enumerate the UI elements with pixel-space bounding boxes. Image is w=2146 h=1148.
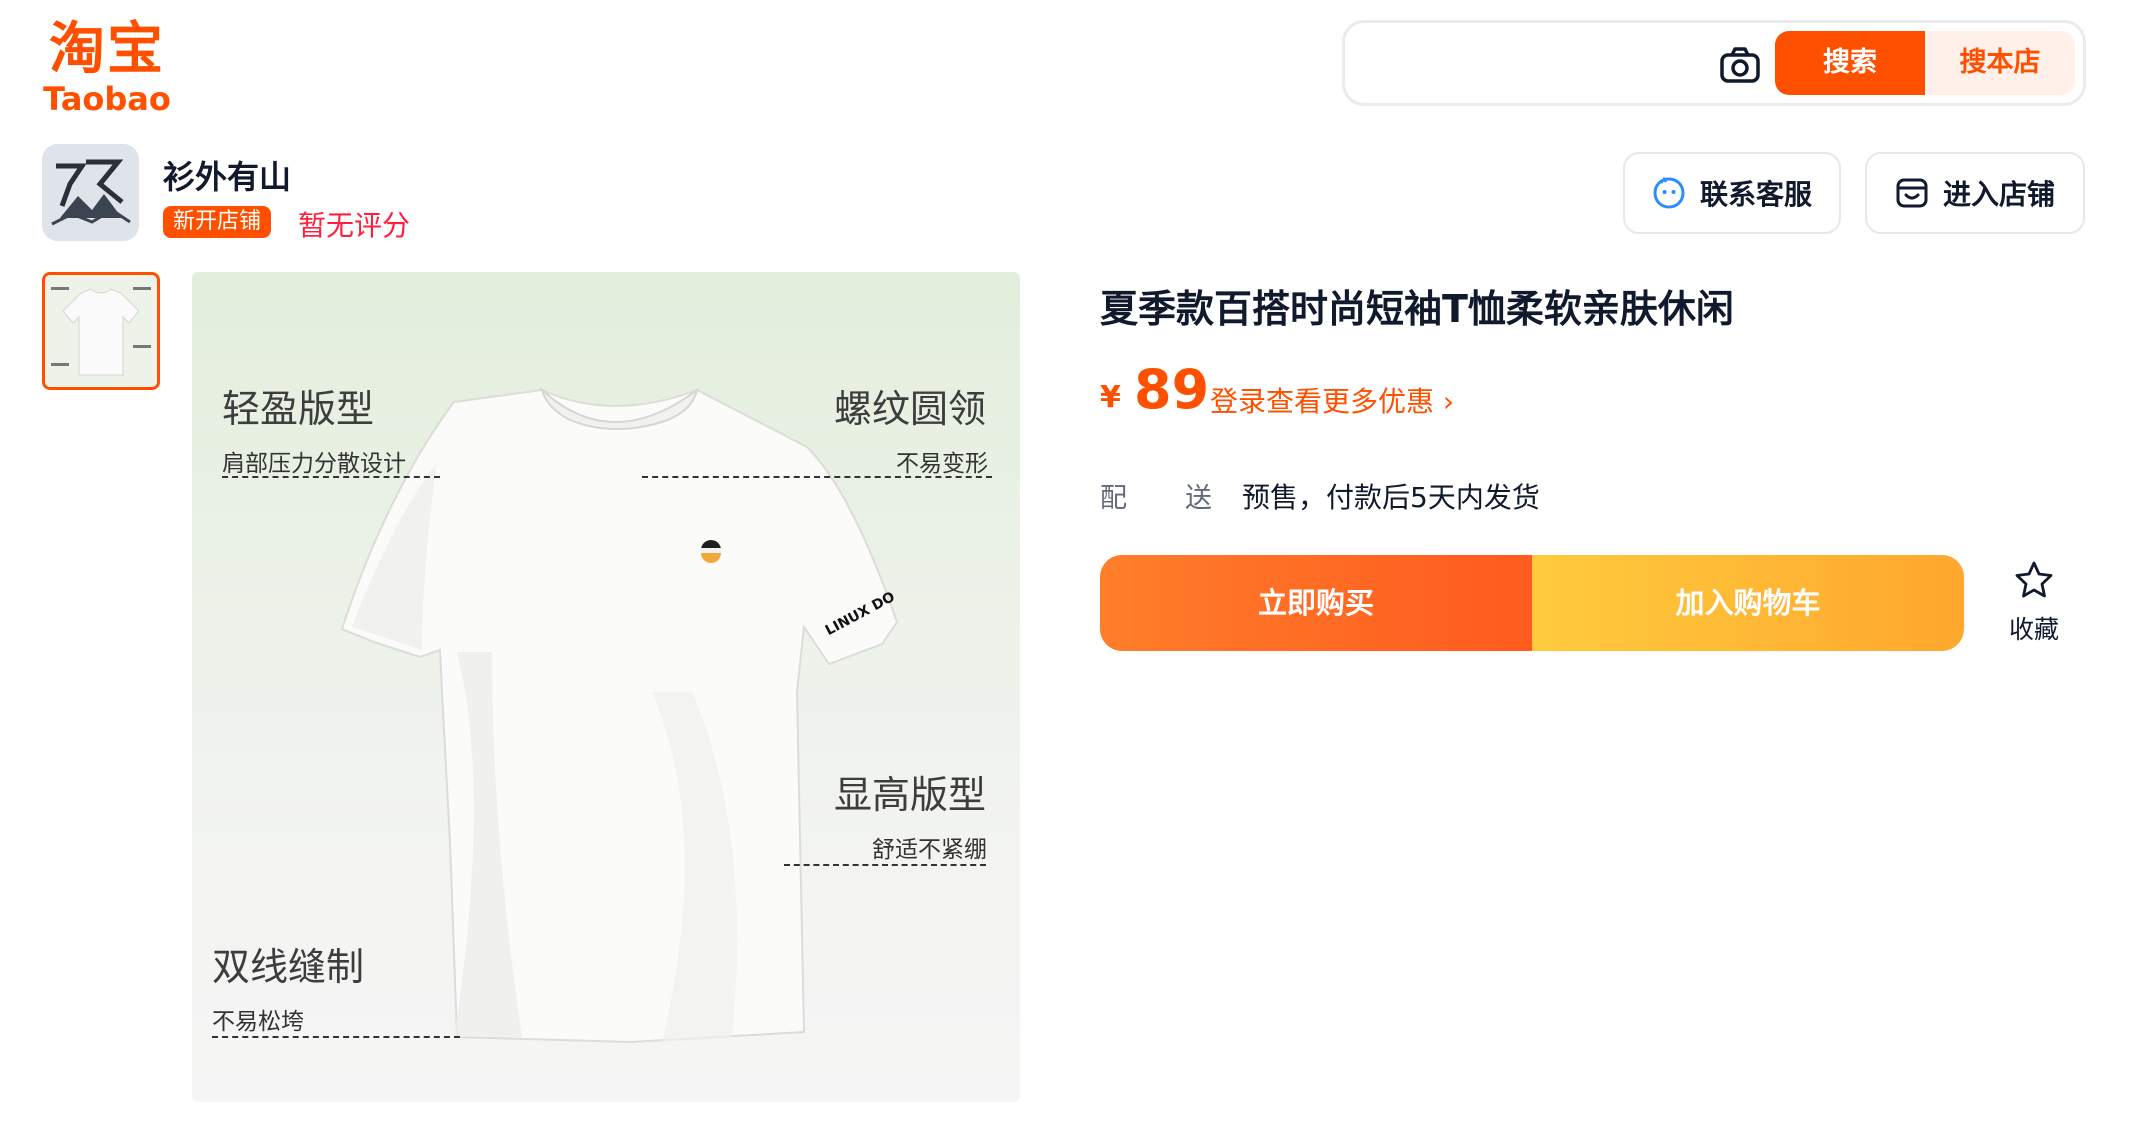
feature-divider [784,864,986,866]
product-main-image[interactable]: LINUX DO 轻盈版型 肩部压力分散设计 螺纹圆领 不易变形 显高版型 舒适… [192,272,1020,1102]
feature-subtitle-ribbed-collar: 不易变形 [896,451,988,477]
enter-store-label: 进入店铺 [1942,178,2055,211]
taobao-logo[interactable]: 淘宝 Taobao [42,17,172,117]
buy-now-button[interactable]: 立即购买 [1100,555,1532,651]
contact-service-button[interactable]: 联系客服 [1623,152,1841,234]
favorite-button[interactable]: 收藏 [1996,560,2072,650]
feature-subtitle-double-stitch: 不易松垮 [212,1009,304,1035]
shop-rating: 暂无评分 [298,209,411,242]
feature-title-slimming-fit: 显高版型 [834,773,987,817]
feature-title-double-stitch: 双线缝制 [212,945,365,989]
shop-avatar[interactable] [42,144,139,241]
feature-subtitle-lightweight: 肩部压力分散设计 [222,451,406,477]
feature-title-ribbed-collar: 螺纹圆领 [834,387,987,431]
price-value: 89 [1134,358,1210,421]
contact-service-label: 联系客服 [1699,178,1812,211]
customer-service-icon [1653,176,1685,209]
feature-subtitle-slimming-fit: 舒适不紧绷 [872,837,987,863]
shipping-value: 预售，付款后5天内发货 [1242,481,1540,514]
feature-divider [222,476,440,478]
enter-store-button[interactable]: 进入店铺 [1865,152,2085,234]
star-icon [2015,561,2053,598]
thumbnail-tshirt-image [45,275,157,387]
login-promo-link[interactable]: 登录查看更多优惠 › [1210,380,1454,420]
product-title: 夏季款百搭时尚短袖T恤柔软亲肤休闲 [1100,287,1734,331]
feature-divider [212,1036,460,1038]
search-bar: 搜索 搜本店 [1342,20,2086,106]
feature-title-lightweight: 轻盈版型 [222,387,375,431]
gallery-thumbnail[interactable] [42,272,160,390]
logo-cn-text: 淘宝 [49,17,165,82]
search-input[interactable] [1363,37,1743,89]
camera-icon[interactable] [1717,43,1763,89]
logo-en-text: Taobao [43,80,171,118]
price-currency: ¥ [1100,380,1121,415]
new-shop-badge: 新开店铺 [163,206,272,238]
search-button[interactable]: 搜索 [1775,31,1925,95]
add-to-cart-button[interactable]: 加入购物车 [1532,555,1964,651]
shop-search-button[interactable]: 搜本店 [1925,31,2075,95]
shop-avatar-logo [42,144,139,241]
feature-divider [642,476,992,478]
store-icon [1896,178,1928,208]
favorite-label: 收藏 [2008,615,2059,644]
shop-name[interactable]: 衫外有山 [163,152,291,198]
